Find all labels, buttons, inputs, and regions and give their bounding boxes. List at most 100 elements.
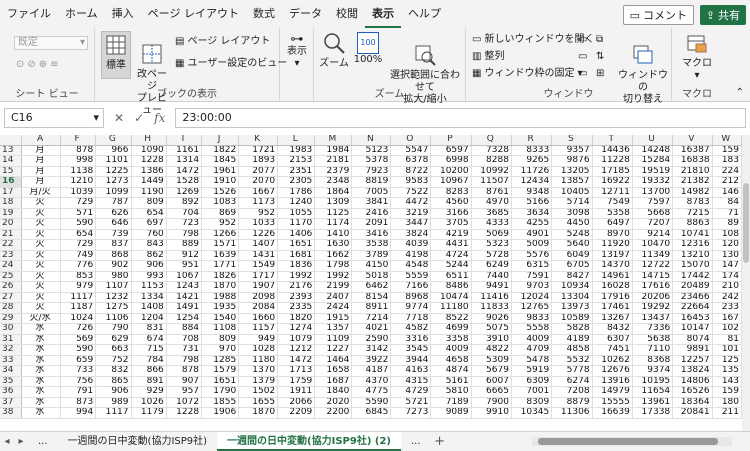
cell[interactable]: 1055 (277, 208, 316, 219)
fx-icon[interactable]: fx (154, 111, 165, 125)
cell[interactable]: 994 (60, 407, 97, 419)
cell[interactable]: 654 (60, 229, 97, 240)
cell[interactable]: 10195 (632, 376, 674, 387)
cell[interactable]: 4450 (551, 218, 593, 230)
cell[interactable]: 7214 (351, 313, 392, 324)
cell[interactable]: 火 (21, 250, 61, 261)
cell[interactable]: 15284 (632, 155, 674, 167)
cell[interactable]: 1109 (314, 334, 353, 345)
column-header-P[interactable]: P (430, 135, 472, 146)
cell[interactable]: 1275 (95, 302, 132, 314)
custom-views-button[interactable]: ▦ ユーザー設定のビュー (175, 58, 287, 70)
cell[interactable]: 14806 (672, 376, 713, 387)
cell[interactable]: 1083 (201, 197, 240, 209)
cell[interactable]: 火 (21, 197, 61, 209)
cell[interactable]: 4219 (430, 229, 472, 240)
row-header[interactable]: 16 (0, 176, 23, 188)
cell[interactable]: 1992 (314, 271, 353, 282)
cell[interactable]: 1243 (166, 281, 203, 293)
cell[interactable]: 3841 (351, 197, 392, 209)
cell[interactable]: 6049 (551, 250, 593, 261)
row-header[interactable]: 31 (0, 334, 23, 345)
cell[interactable]: 837 (95, 239, 132, 251)
cell[interactable]: 756 (60, 376, 97, 387)
cell[interactable]: 5009 (511, 239, 553, 251)
cell[interactable]: 月/火 (21, 187, 61, 198)
column-header-R[interactable]: R (511, 135, 553, 146)
cell[interactable]: 17185 (592, 166, 633, 177)
cell[interactable]: 7900 (471, 397, 512, 408)
cell[interactable]: 1225 (95, 166, 132, 177)
cell[interactable]: 993 (131, 271, 167, 282)
cell[interactable]: 5919 (511, 365, 553, 377)
cell[interactable]: 1836 (277, 260, 316, 272)
cell[interactable]: 1406 (277, 229, 316, 240)
cell[interactable]: 10992 (471, 166, 512, 177)
cell[interactable]: 水 (21, 344, 61, 356)
cell[interactable]: 966 (95, 145, 132, 156)
cell[interactable]: 889 (166, 239, 203, 251)
cell[interactable]: 159 (712, 386, 742, 398)
horizontal-scrollbar[interactable] (532, 437, 732, 446)
cell[interactable]: 9703 (511, 281, 553, 293)
cell[interactable]: 1228 (166, 407, 203, 419)
cell[interactable]: 626 (95, 208, 132, 219)
cell[interactable]: 5576 (511, 250, 553, 261)
cell[interactable]: 654 (131, 208, 167, 219)
cell[interactable]: 776 (60, 260, 97, 272)
cell[interactable]: 2020 (314, 397, 353, 408)
cell[interactable]: 951 (166, 260, 203, 272)
cell[interactable]: 569 (60, 334, 97, 345)
cell[interactable]: 980 (95, 271, 132, 282)
menu-tab-0[interactable]: ファイル (0, 0, 58, 28)
cell[interactable]: 6497 (592, 218, 633, 230)
cell[interactable]: 89 (712, 218, 742, 230)
cell[interactable]: 12316 (672, 239, 713, 251)
cell[interactable]: 1226 (238, 229, 279, 240)
cell[interactable]: 火 (21, 218, 61, 230)
cell[interactable]: 590 (60, 344, 97, 356)
cell[interactable]: 101 (712, 344, 742, 356)
cell[interactable]: 1314 (166, 155, 203, 167)
row-header[interactable]: 30 (0, 323, 23, 335)
cell[interactable]: 1549 (238, 260, 279, 272)
cell[interactable]: 7336 (632, 323, 674, 335)
cell[interactable]: 1072 (166, 397, 203, 408)
cell[interactable]: 1911 (277, 386, 316, 398)
column-header-A[interactable]: A (21, 135, 61, 146)
cell[interactable]: 11306 (551, 407, 593, 419)
sheet-tab-2[interactable]: 一週間の日中変動(協力ISP9社) (2) (217, 432, 401, 451)
cell[interactable]: 7001 (511, 386, 553, 398)
cell[interactable]: 1179 (131, 407, 167, 419)
cell[interactable]: 4729 (390, 386, 432, 398)
cell[interactable]: 8283 (430, 187, 472, 198)
cell[interactable]: 2181 (314, 155, 353, 167)
cell[interactable]: 6665 (471, 386, 512, 398)
cell[interactable]: 9357 (551, 145, 593, 156)
cell[interactable]: 8074 (672, 334, 713, 345)
cell[interactable]: 5590 (351, 397, 392, 408)
cell[interactable]: 929 (131, 386, 167, 398)
cell[interactable]: 1228 (131, 155, 167, 167)
cell[interactable]: 14961 (592, 271, 633, 282)
cell[interactable]: 13304 (551, 292, 593, 303)
cell[interactable]: 1357 (314, 323, 353, 335)
cell[interactable]: 1212 (277, 344, 316, 356)
cell[interactable]: 6378 (390, 155, 432, 167)
page-layout-button[interactable]: ▤ ページ レイアウト (175, 36, 270, 48)
cell[interactable]: 1117 (95, 407, 132, 419)
cell[interactable]: 1502 (238, 386, 279, 398)
split-button[interactable]: ▭ (578, 34, 587, 46)
cell[interactable]: 5248 (551, 229, 593, 240)
cell[interactable]: 20206 (632, 292, 674, 303)
cell[interactable]: 590 (60, 218, 97, 230)
menu-tab-5[interactable]: データ (282, 0, 329, 28)
cell[interactable]: 3316 (390, 334, 432, 345)
cell[interactable]: 2070 (238, 176, 279, 188)
cell[interactable]: 3545 (390, 344, 432, 356)
row-header[interactable]: 23 (0, 250, 23, 261)
cell[interactable]: 8783 (672, 197, 713, 209)
cell[interactable]: 147 (712, 260, 742, 272)
cell[interactable]: 水 (21, 355, 61, 366)
row-header[interactable]: 14 (0, 155, 23, 167)
